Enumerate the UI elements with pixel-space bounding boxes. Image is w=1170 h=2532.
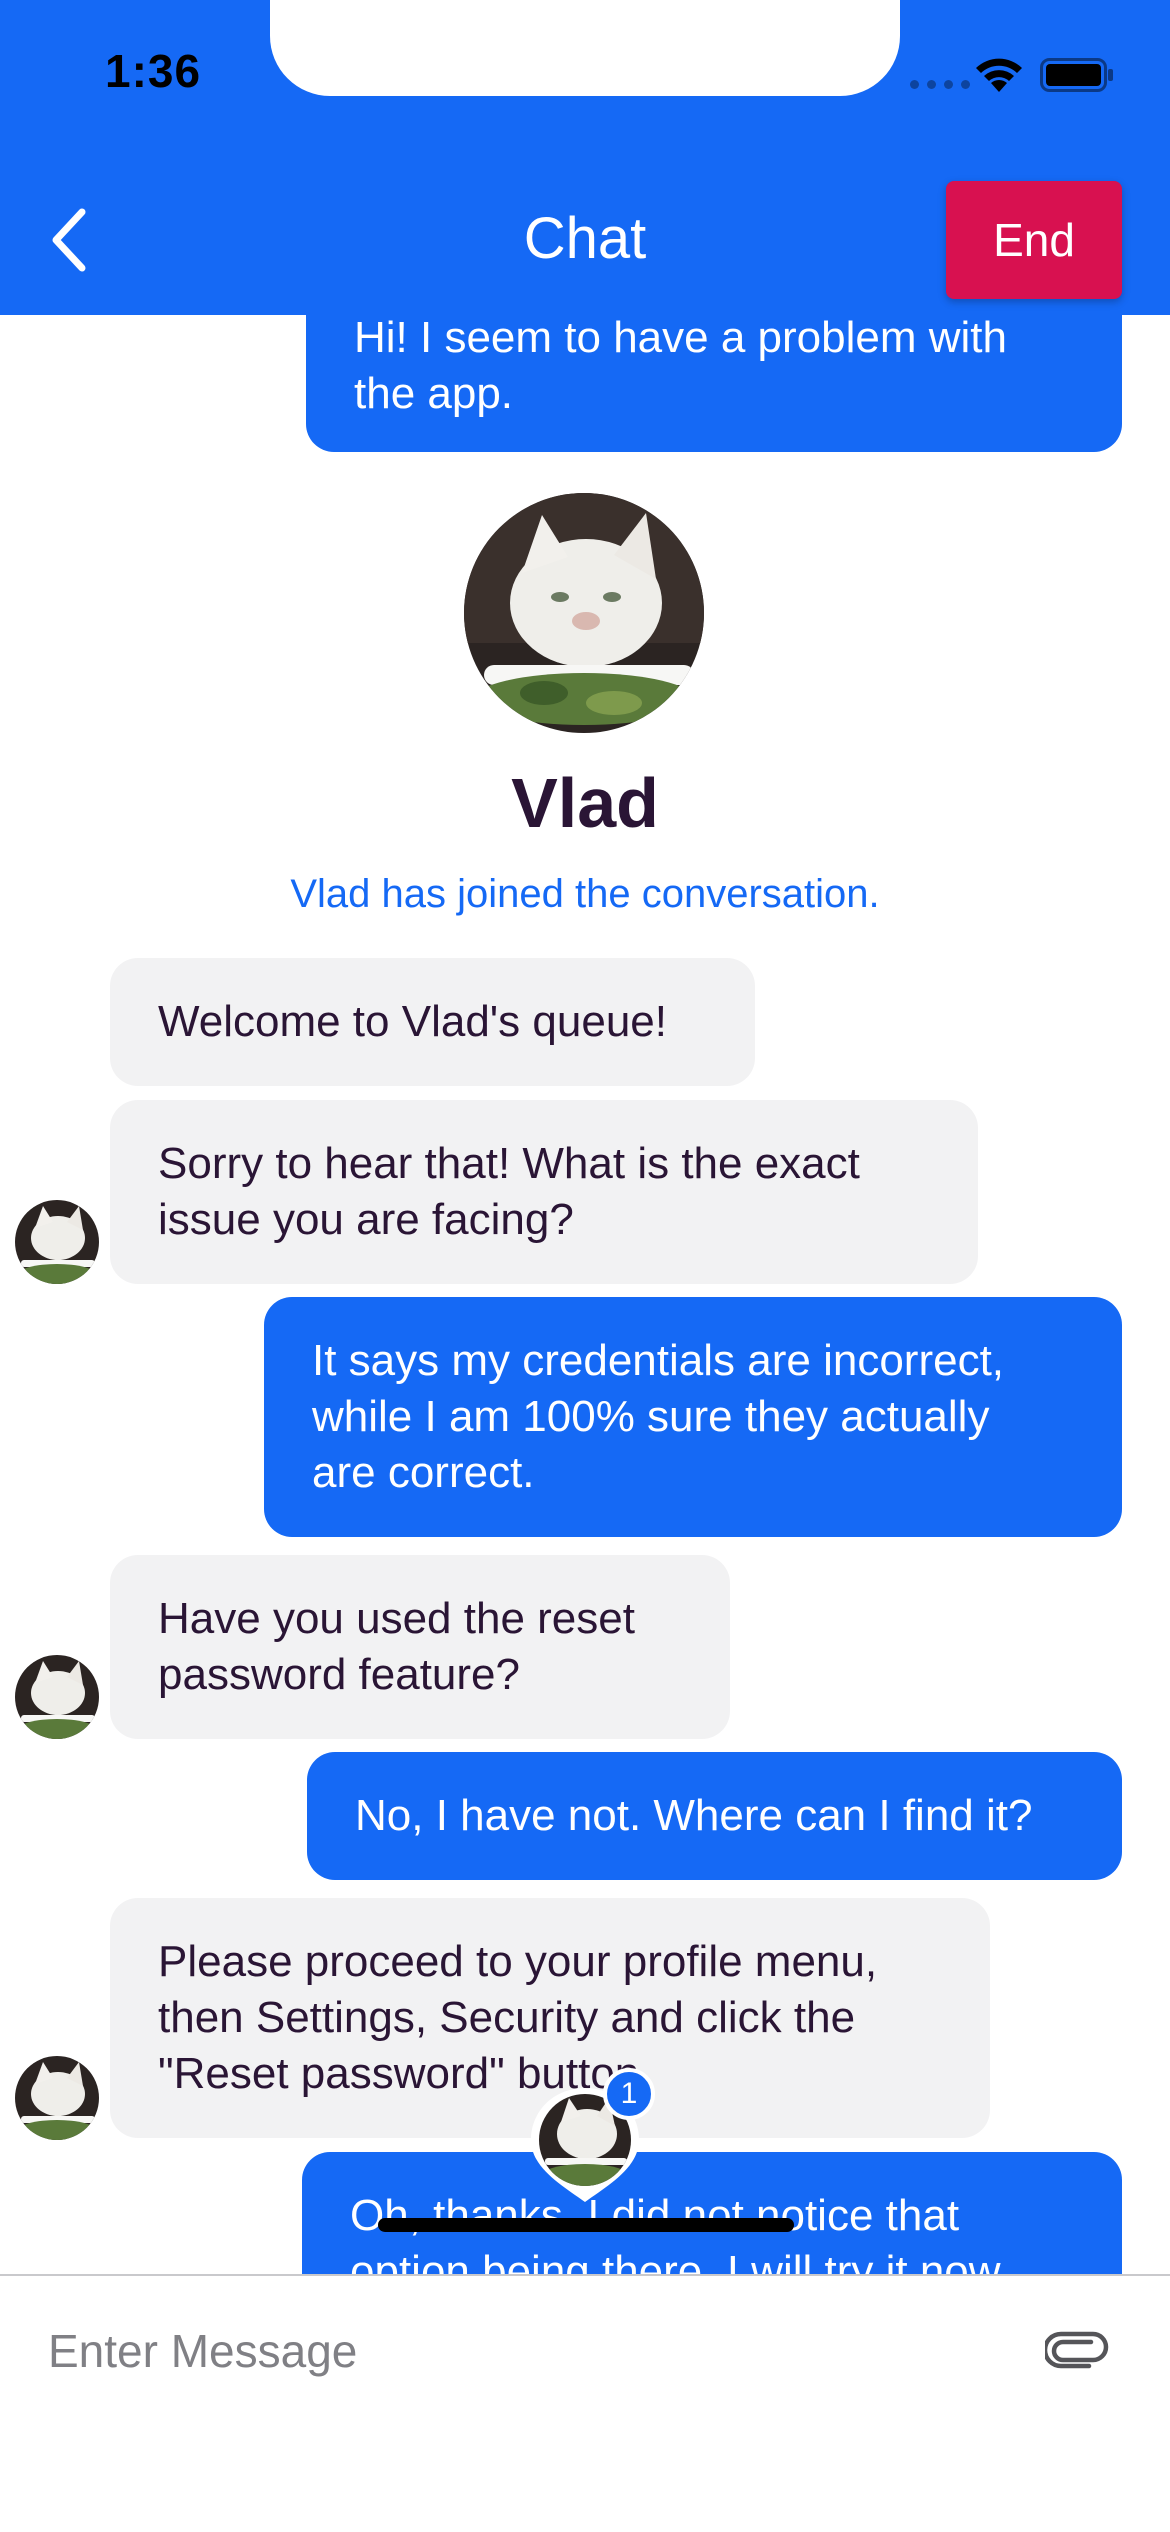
status-time: 1:36 [105, 45, 202, 97]
message-input[interactable] [48, 2316, 988, 2386]
agent-avatar-small [15, 1200, 99, 1284]
message-bubble-agent: Have you used the reset password feature… [110, 1555, 730, 1739]
agent-avatar-large [464, 493, 704, 733]
attach-button[interactable] [1042, 2320, 1112, 2380]
message-composer [0, 2274, 1170, 2532]
message-bubble-agent: Welcome to Vlad's queue! [110, 958, 755, 1086]
battery-icon [1040, 58, 1113, 92]
unread-count-badge: 1 [603, 2068, 655, 2120]
cellular-signal-icon [910, 80, 970, 89]
paperclip-icon [1045, 2331, 1109, 2369]
chat-header: 1:36 Chat End [0, 0, 1170, 315]
cat-thumbnail [15, 2056, 99, 2140]
cat-thumbnail [15, 1200, 99, 1284]
agent-avatar-small [15, 1655, 99, 1739]
cat-thumbnail [15, 1655, 99, 1739]
message-bubble-user: No, I have not. Where can I find it? [307, 1752, 1122, 1880]
home-indicator [378, 2218, 794, 2232]
agent-avatar-small [15, 2056, 99, 2140]
message-bubble-user: It says my credentials are incorrect, wh… [264, 1297, 1122, 1537]
end-chat-button[interactable]: End [946, 181, 1122, 299]
agent-name: Vlad [511, 764, 659, 842]
join-notice: Vlad has joined the conversation. [290, 872, 880, 916]
device-notch [270, 0, 900, 96]
wifi-icon [976, 58, 1022, 92]
message-bubble-agent: Sorry to hear that! What is the exact is… [110, 1100, 978, 1284]
cat-photo [464, 493, 704, 733]
chat-screen: Hi! I seem to have a problem with the ap… [0, 0, 1170, 2532]
